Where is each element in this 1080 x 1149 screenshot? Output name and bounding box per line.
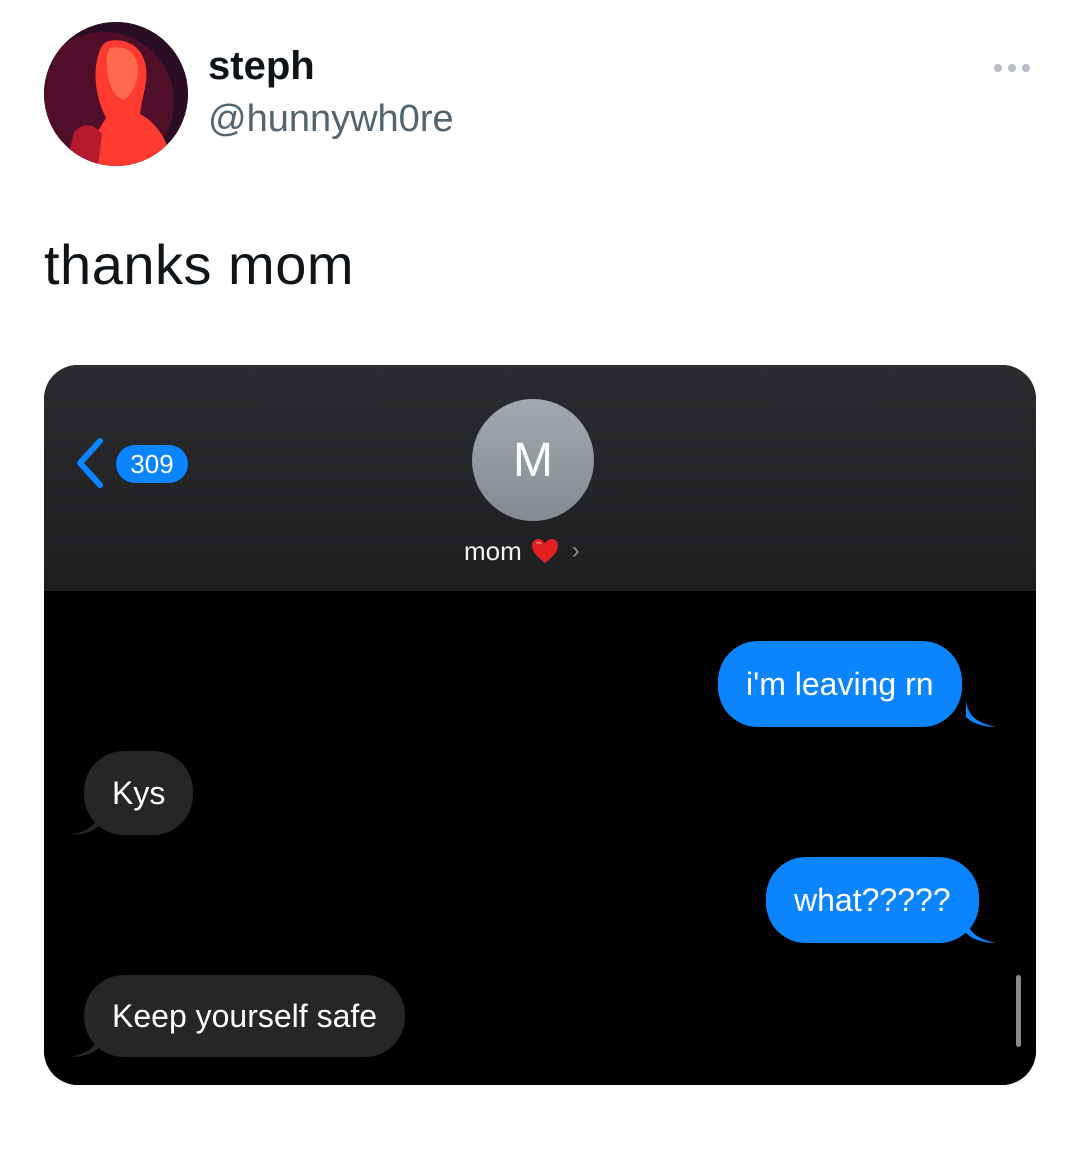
contact-avatar[interactable]: M — [472, 399, 594, 521]
contact-info-button[interactable]: mom › — [464, 533, 580, 569]
conversation-header: 309 M mom › — [44, 365, 1036, 591]
scroll-indicator[interactable] — [1016, 975, 1021, 1047]
tweet-media-image[interactable]: 309 M mom › i'm leaving rn Kys what????? — [44, 365, 1036, 1085]
message-text: what????? — [794, 881, 951, 918]
unread-count-badge[interactable]: 309 — [116, 445, 188, 483]
received-message-bubble[interactable]: Kys — [84, 751, 194, 835]
user-handle[interactable]: @hunnywh0re — [208, 98, 454, 141]
bubble-tail — [966, 701, 996, 727]
bubble-tail — [966, 917, 996, 943]
message-text: Kys — [112, 774, 166, 811]
bubble-tail — [70, 1031, 100, 1057]
more-dots-icon[interactable] — [988, 56, 1036, 80]
message-text: Keep yourself safe — [112, 997, 378, 1034]
bubble-tail — [70, 809, 100, 835]
contact-name: mom — [464, 535, 522, 566]
red-heart-icon — [531, 539, 558, 563]
profile-avatar[interactable] — [44, 22, 188, 166]
profile-photo — [44, 22, 188, 166]
message-thread: i'm leaving rn Kys what????? Keep yourse… — [44, 591, 1036, 1085]
message-text: i'm leaving rn — [746, 665, 934, 702]
sent-message-bubble[interactable]: what????? — [766, 857, 979, 943]
chevron-right-icon: › — [571, 537, 580, 564]
sent-message-bubble[interactable]: i'm leaving rn — [718, 641, 962, 727]
back-chevron-icon[interactable] — [74, 437, 106, 489]
tweet-text: thanks mom — [44, 233, 354, 296]
received-message-bubble[interactable]: Keep yourself safe — [84, 975, 406, 1057]
display-name[interactable]: steph — [208, 44, 315, 89]
